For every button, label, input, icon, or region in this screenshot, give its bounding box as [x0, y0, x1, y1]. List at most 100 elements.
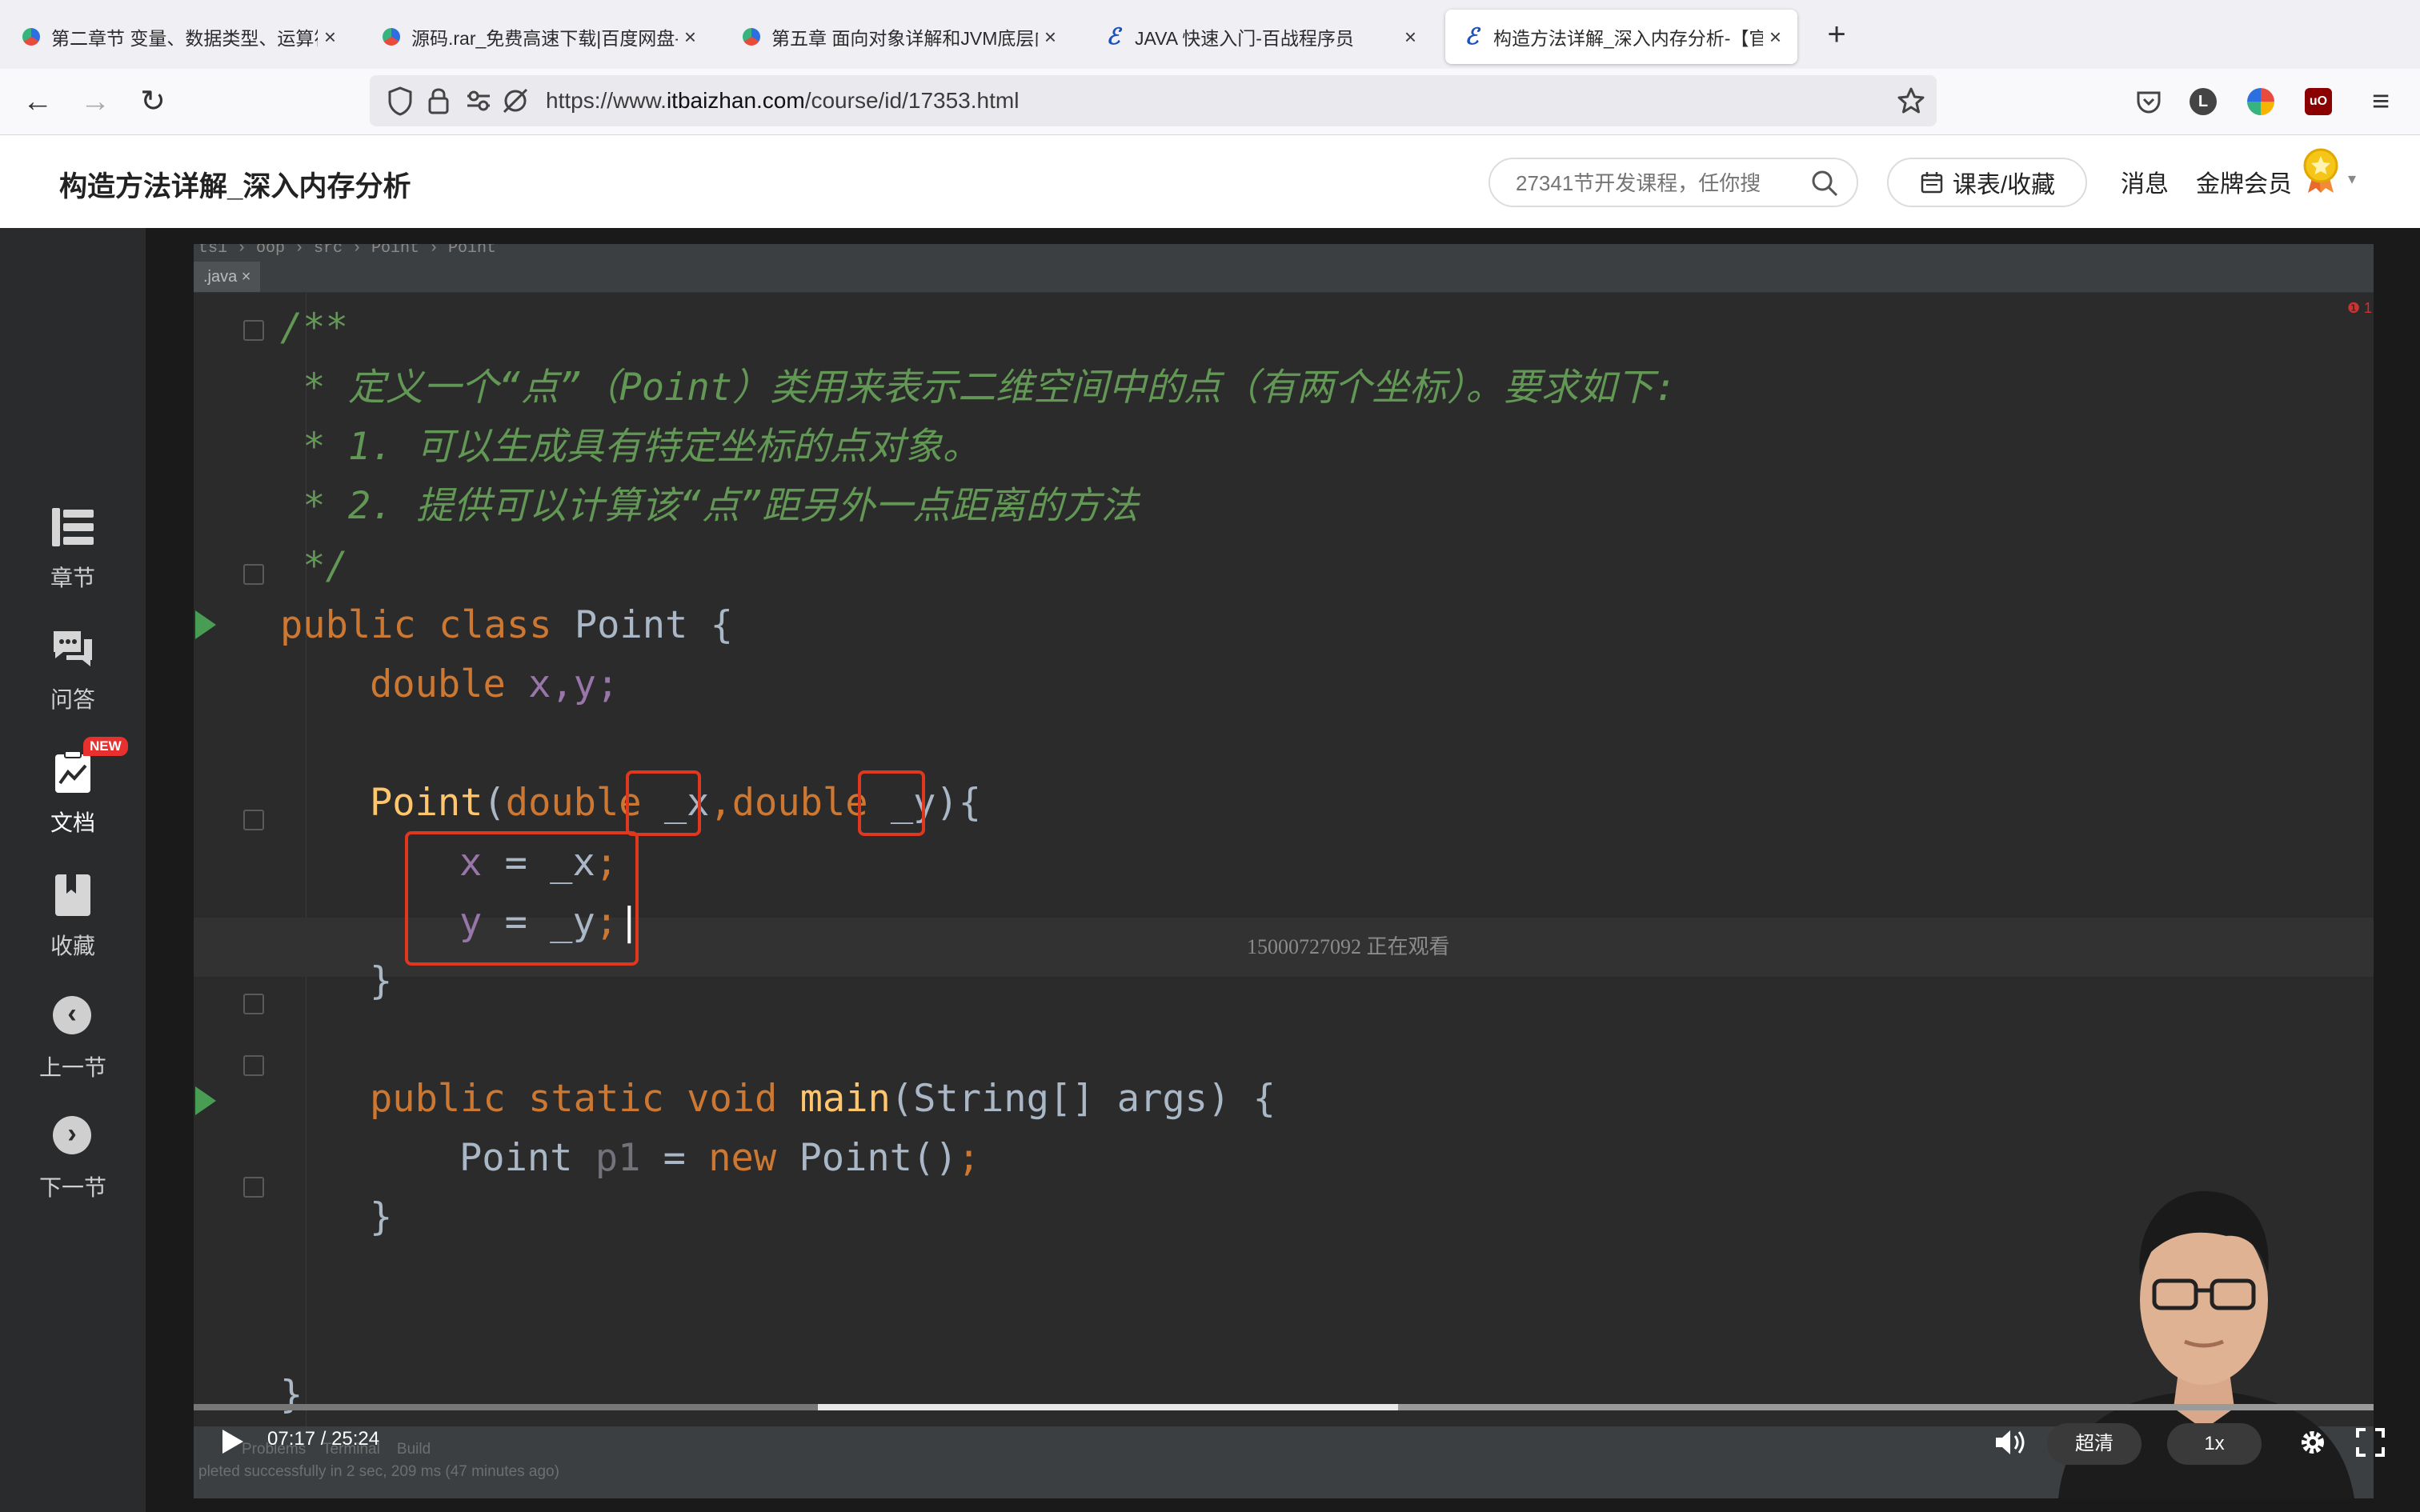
shield-icon[interactable]	[383, 83, 418, 118]
code-token: (	[483, 781, 506, 825]
code-line: * 1. 可以生成具有特定坐标的点对象。	[280, 425, 980, 469]
forward-arrow-icon[interactable]: →	[75, 82, 115, 122]
fullscreen-icon[interactable]	[2354, 1426, 2386, 1458]
sidebar-item-qa[interactable]: 问答	[0, 625, 146, 737]
bookmark-icon	[55, 874, 90, 916]
fold-marker-icon	[243, 564, 264, 585]
speed-button[interactable]: 1x	[2167, 1423, 2262, 1465]
code-token: ){	[936, 781, 982, 825]
browser-tab[interactable]: 源码.rar_免费高速下载|百度网盘-分 ×	[367, 10, 712, 64]
code-line: }	[370, 1195, 393, 1239]
sidebar-item-label: 问答	[50, 687, 95, 712]
chevron-left-icon: ‹	[53, 996, 91, 1034]
pocket-icon[interactable]	[2130, 83, 2167, 120]
close-icon[interactable]: ×	[1404, 25, 1416, 50]
address-bar[interactable]: https://www.itbaizhan.com/course/id/1735…	[370, 75, 1937, 126]
tracking-off-icon[interactable]	[498, 83, 533, 118]
ide-screen: ts1 › oop › src › Point › Point .java × …	[194, 244, 2374, 1498]
schedule-favorites-button[interactable]: 课表/收藏	[1887, 158, 2087, 207]
close-icon[interactable]: ×	[1044, 25, 1056, 50]
url-prefix: https://www.	[546, 88, 667, 113]
browser-tab[interactable]: ℰ JAVA 快速入门-百战程序员 ×	[1087, 10, 1432, 64]
chevron-down-icon[interactable]: ▾	[2348, 169, 2356, 189]
browser-tab[interactable]: 第五章 面向对象详解和JVM底层内 ×	[727, 10, 1072, 64]
code-token: public static void	[370, 1077, 800, 1121]
video-time: 07:17 / 25:24	[267, 1428, 380, 1450]
schedule-label: 课表/收藏	[1952, 172, 2056, 198]
baidu-icon	[743, 28, 760, 46]
sidebar-item-docs[interactable]: NEW 文档	[0, 737, 146, 860]
url-domain: itbaizhan.com	[666, 88, 805, 113]
annotation-box	[405, 831, 639, 966]
play-icon[interactable]	[222, 1430, 243, 1454]
code-token: (String[] args) {	[890, 1077, 1276, 1121]
chevron-right-icon: ›	[53, 1116, 91, 1154]
code-line: * 定义一个“点”（Point）类用来表示二维空间中的点（有两个坐标）。要求如下…	[280, 366, 1677, 410]
code-line: Point p1 = new Point();	[459, 1129, 980, 1188]
new-badge: NEW	[83, 737, 128, 756]
tab-title: 第五章 面向对象详解和JVM底层内	[771, 28, 1038, 49]
code-token: p1	[595, 1136, 641, 1180]
code-line: */	[280, 544, 348, 588]
code-line: public class Point {	[280, 596, 733, 655]
page-title: 构造方法详解_深入内存分析	[59, 171, 411, 202]
sidebar-item-label: 章节	[50, 566, 95, 590]
code-line: * 2. 提供可以计算该“点”距另外一点距离的方法	[280, 484, 1139, 528]
messages-link[interactable]: 消息	[2121, 164, 2169, 199]
error-marker: ❶ 1	[2346, 300, 2372, 316]
browser-nav-bar: ← → ↻ https://www.itbaizhan.com/course/i…	[0, 69, 2420, 135]
code-token: Point {	[574, 603, 733, 647]
ublock-icon[interactable]: uO	[2305, 88, 2332, 115]
gold-medal-icon	[2303, 148, 2338, 193]
sidebar-item-label: 下一节	[38, 1175, 106, 1200]
volume-icon[interactable]	[1993, 1426, 2028, 1458]
gear-icon[interactable]	[2297, 1426, 2329, 1458]
sidebar-item-chapters[interactable]: 章节	[0, 503, 146, 615]
ide-breadcrumb: ts1 › oop › src › Point › Point	[198, 244, 497, 258]
back-arrow-icon[interactable]: ←	[18, 82, 58, 122]
tab-title: 第二章节 变量、数据类型、运算符	[51, 28, 318, 49]
close-icon[interactable]: ×	[684, 25, 696, 50]
video-progress-bar[interactable]	[194, 1404, 2374, 1410]
close-icon[interactable]: ×	[1769, 25, 1781, 50]
video-progress-played	[818, 1404, 1398, 1410]
itbaizhan-icon: ℰ	[1464, 25, 1479, 50]
code-token: main	[799, 1077, 891, 1121]
video-controls: 07:17 / 25:24 超清 1x	[194, 1420, 2385, 1482]
sidebar-item-prev-lesson[interactable]: ‹ 上一节	[0, 993, 146, 1105]
bookmark-star-icon[interactable]	[1893, 83, 1929, 118]
url-text[interactable]: https://www.itbaizhan.com/course/id/1735…	[546, 75, 1019, 126]
video-player[interactable]: ts1 › oop › src › Point › Point .java × …	[146, 228, 2420, 1512]
permissions-icon[interactable]	[461, 83, 496, 118]
sidebar-item-label: 上一节	[38, 1055, 106, 1080]
member-link[interactable]: 金牌会员	[2196, 164, 2292, 199]
annotation-box	[626, 770, 701, 836]
itbaizhan-icon: ℰ	[1106, 25, 1120, 50]
sidebar-item-next-lesson[interactable]: › 下一节	[0, 1113, 146, 1225]
run-gutter-icon	[195, 610, 216, 639]
extension-icon[interactable]	[2247, 88, 2274, 115]
baidu-icon	[22, 28, 40, 46]
account-avatar-icon[interactable]: L	[2190, 88, 2217, 115]
code-token: =	[640, 1136, 709, 1180]
search-icon[interactable]	[1810, 169, 1839, 198]
search-box[interactable]	[1488, 158, 1858, 207]
reload-icon[interactable]: ↻	[133, 82, 173, 122]
new-tab-button[interactable]: +	[1817, 14, 1857, 54]
browser-tab-active[interactable]: ℰ 构造方法详解_深入内存分析-【官 ×	[1445, 10, 1797, 64]
lock-icon[interactable]	[421, 83, 456, 118]
quality-button[interactable]: 超清	[2047, 1423, 2142, 1465]
menu-icon[interactable]: ≡	[2361, 82, 2401, 122]
qa-chat-icon	[54, 631, 92, 666]
fold-marker-icon	[243, 1055, 264, 1076]
code-line: }	[370, 959, 393, 1003]
code-token: ,	[709, 781, 732, 825]
browser-tab[interactable]: 第二章节 变量、数据类型、运算符 ×	[6, 10, 352, 64]
code-token: new	[708, 1136, 799, 1180]
sidebar-item-favorites[interactable]: 收藏	[0, 871, 146, 983]
close-icon[interactable]: ×	[324, 25, 336, 50]
search-input[interactable]	[1514, 167, 1789, 199]
code-line: /**	[280, 306, 348, 350]
baidu-icon	[383, 28, 400, 46]
run-gutter-icon	[195, 1086, 216, 1115]
